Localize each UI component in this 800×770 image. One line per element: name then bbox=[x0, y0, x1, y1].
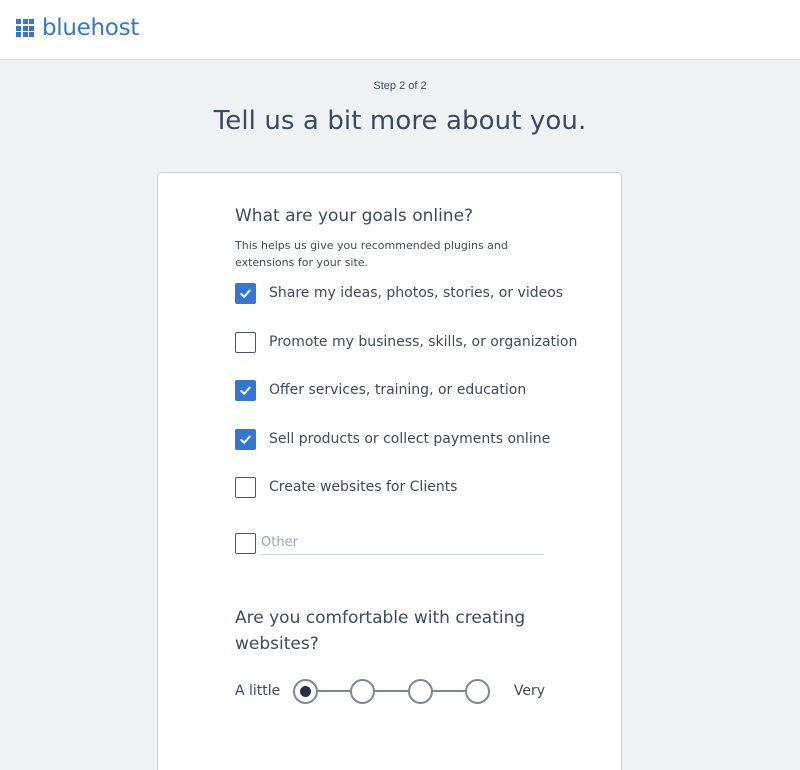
scale-high-label: Very bbox=[513, 683, 545, 699]
comfort-question: Are you comfortable with creating websit… bbox=[235, 608, 526, 654]
goal-option-sell[interactable]: Sell products or collect payments online bbox=[235, 428, 550, 450]
top-bar: bluehost bbox=[0, 0, 800, 60]
scale-low-label: A little bbox=[235, 683, 281, 699]
comfort-radio-3[interactable] bbox=[408, 679, 433, 704]
goal-option-label: Share my ideas, photos, stories, or vide… bbox=[269, 285, 564, 301]
other-goal-input[interactable] bbox=[260, 531, 544, 555]
checkbox-other[interactable] bbox=[235, 532, 256, 554]
comfort-radio-2[interactable] bbox=[350, 679, 375, 704]
bluehost-logo[interactable]: bluehost bbox=[16, 16, 139, 40]
checkbox-share[interactable] bbox=[235, 282, 256, 304]
page-title: Tell us a bit more about you. bbox=[213, 106, 587, 136]
checkmark-icon bbox=[240, 435, 251, 444]
logo-text: bluehost bbox=[42, 15, 139, 41]
scale-track bbox=[305, 690, 477, 692]
checkbox-services[interactable] bbox=[235, 379, 256, 401]
survey-card: What are your goals online? This helps u… bbox=[157, 172, 622, 770]
step-indicator: Step 2 of 2 bbox=[373, 80, 427, 92]
goal-option-label: Promote my business, skills, or organiza… bbox=[269, 334, 578, 350]
grid-logo-icon bbox=[16, 19, 34, 37]
comfort-radio-4[interactable] bbox=[465, 679, 490, 704]
goal-option-other[interactable] bbox=[235, 531, 544, 555]
goal-option-services[interactable]: Offer services, training, or education bbox=[235, 379, 526, 401]
goal-option-label: Create websites for Clients bbox=[269, 479, 458, 495]
goal-option-promote[interactable]: Promote my business, skills, or organiza… bbox=[235, 331, 577, 353]
selected-dot-icon bbox=[300, 686, 311, 697]
checkbox-sell[interactable] bbox=[235, 428, 256, 450]
checkbox-clients[interactable] bbox=[235, 476, 256, 498]
goal-option-label: Sell products or collect payments online bbox=[269, 431, 551, 447]
checkmark-icon bbox=[240, 289, 251, 298]
goals-helper-text: This helps us give you recommended plugi… bbox=[235, 239, 508, 269]
goal-option-clients[interactable]: Create websites for Clients bbox=[235, 476, 457, 498]
checkmark-icon bbox=[240, 386, 251, 395]
goals-question: What are your goals online? bbox=[235, 206, 474, 226]
comfort-radio-1[interactable] bbox=[293, 679, 318, 704]
goal-option-label: Offer services, training, or education bbox=[269, 382, 527, 398]
goal-option-share[interactable]: Share my ideas, photos, stories, or vide… bbox=[235, 282, 563, 304]
comfort-scale: A little Very bbox=[235, 677, 545, 705]
checkbox-promote[interactable] bbox=[235, 331, 256, 353]
